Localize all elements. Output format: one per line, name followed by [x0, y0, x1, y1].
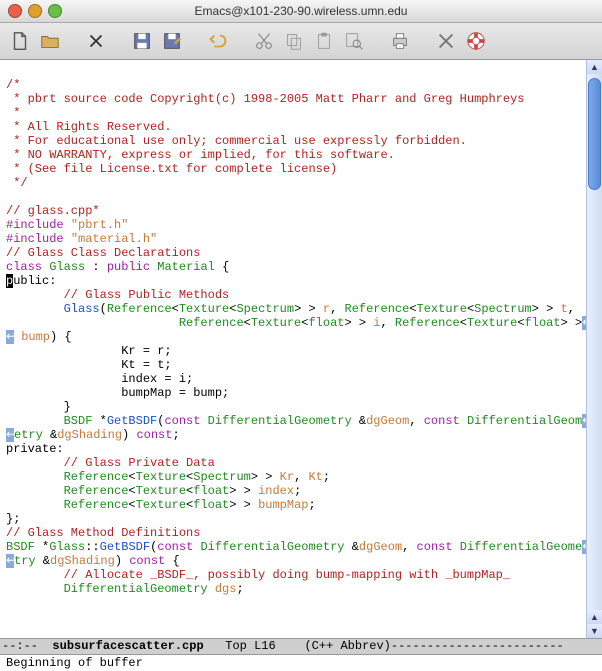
- code-line: // Glass Class Declarations: [6, 246, 200, 260]
- close-file-icon[interactable]: [84, 29, 108, 53]
- code-line: Reference<Texture<float> > index;: [6, 484, 301, 498]
- code-line: bumpMap = bump;: [6, 386, 229, 400]
- save-icon[interactable]: [130, 29, 154, 53]
- paste-icon[interactable]: [312, 29, 336, 53]
- code-line: index = i;: [6, 372, 193, 386]
- continuation-marker: ↩: [6, 554, 14, 568]
- code-line: Kt = t;: [6, 358, 172, 372]
- continuation-marker: ↩: [6, 428, 14, 442]
- vertical-scrollbar[interactable]: ▲ ▲ ▼: [586, 60, 602, 638]
- copy-icon[interactable]: [282, 29, 306, 53]
- code-line: // Glass Private Data: [6, 456, 215, 470]
- code-line: #include "material.h": [6, 232, 157, 246]
- code-line: Reference<Texture<float> > bumpMap;: [6, 498, 316, 512]
- code-line: #include "pbrt.h": [6, 218, 128, 232]
- undo-icon[interactable]: [206, 29, 230, 53]
- code-line: ↩try &dgShading) const {: [6, 554, 180, 568]
- code-line: Reference<Texture<Spectrum> > Kr, Kt;: [6, 470, 330, 484]
- scroll-down-arrow[interactable]: ▼: [587, 624, 602, 638]
- scroll-up-arrow[interactable]: ▲: [587, 60, 602, 74]
- titlebar: Emacs@x101-230-90.wireless.umn.edu: [0, 0, 602, 23]
- code-line: // Allocate _BSDF_, possibly doing bump-…: [6, 568, 510, 582]
- help-icon[interactable]: [464, 29, 488, 53]
- code-line: * For educational use only; commercial u…: [6, 134, 467, 148]
- code-line: };: [6, 512, 20, 526]
- open-file-icon[interactable]: [38, 29, 62, 53]
- code-line: ↩ bump) {: [6, 330, 72, 344]
- code-line: public:: [6, 274, 56, 288]
- code-line: DifferentialGeometry dgs;: [6, 582, 244, 596]
- code-line: Glass(Reference<Texture<Spectrum> > r, R…: [6, 302, 575, 316]
- mode-line: --:-- subsurfacescatter.cpp Top L16 (C++…: [0, 638, 602, 655]
- editor-pane[interactable]: /* * pbrt source code Copyright(c) 1998-…: [0, 60, 602, 638]
- new-file-icon[interactable]: [8, 29, 32, 53]
- code-line: Reference<Texture<float> > i, Reference<…: [6, 316, 590, 330]
- code-line: */: [6, 176, 28, 190]
- scroll-up-arrow-2[interactable]: ▲: [587, 610, 602, 624]
- code-line: BSDF *Glass::GetBSDF(const DifferentialG…: [6, 540, 590, 554]
- code-line: }: [6, 400, 71, 414]
- code-line: * (See file License.txt for complete lic…: [6, 162, 337, 176]
- code-line: ↩etry &dgShading) const;: [6, 428, 180, 442]
- code-line: *: [6, 106, 20, 120]
- code-line: // Glass Method Definitions: [6, 526, 200, 540]
- scroll-thumb[interactable]: [588, 78, 601, 190]
- code-line: // glass.cpp*: [6, 204, 100, 218]
- code-line: private:: [6, 442, 64, 456]
- preferences-icon[interactable]: [434, 29, 458, 53]
- print-icon[interactable]: [388, 29, 412, 53]
- save-as-icon[interactable]: [160, 29, 184, 53]
- code-line: * All Rights Reserved.: [6, 120, 172, 134]
- code-line: * NO WARRANTY, express or implied, for t…: [6, 148, 395, 162]
- minibuffer[interactable]: Beginning of buffer: [0, 655, 602, 671]
- cut-icon[interactable]: [252, 29, 276, 53]
- code-line: * pbrt source code Copyright(c) 1998-200…: [6, 92, 524, 106]
- code-line: BSDF *GetBSDF(const DifferentialGeometry…: [6, 414, 590, 428]
- scroll-track[interactable]: [587, 74, 602, 610]
- code-line: /*: [6, 78, 20, 92]
- code-line: Kr = r;: [6, 344, 172, 358]
- code-line: class Glass : public Material {: [6, 260, 229, 274]
- window-title: Emacs@x101-230-90.wireless.umn.edu: [0, 4, 602, 18]
- search-icon[interactable]: [342, 29, 366, 53]
- toolbar: [0, 23, 602, 60]
- source-code[interactable]: /* * pbrt source code Copyright(c) 1998-…: [0, 60, 602, 638]
- buffer-name: subsurfacescatter.cpp: [52, 639, 203, 653]
- continuation-marker: ↩: [6, 330, 14, 344]
- code-line: // Glass Public Methods: [6, 288, 229, 302]
